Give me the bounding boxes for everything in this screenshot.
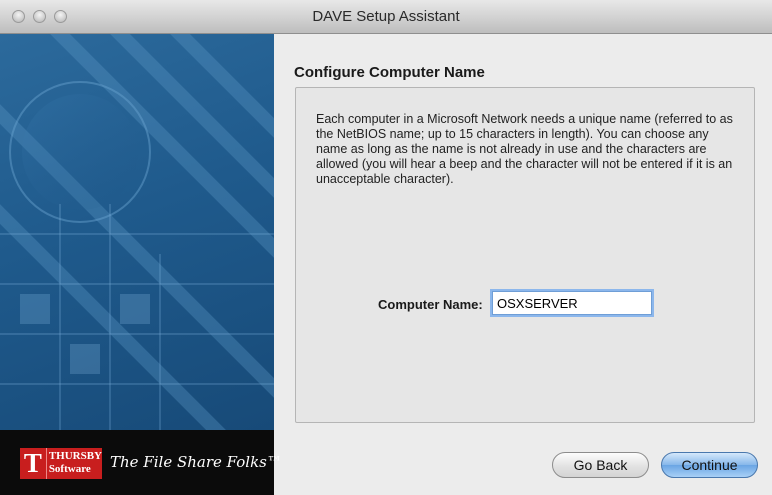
decorative-network-artwork bbox=[0, 34, 274, 430]
thursby-logo: T THURSBY Software bbox=[20, 448, 102, 479]
setup-assistant-window: DAVE Setup Assistant T THURSBY Software … bbox=[0, 0, 772, 495]
window-title: DAVE Setup Assistant bbox=[312, 8, 460, 25]
logo-line-1: THURSBY bbox=[48, 450, 102, 462]
logo-wordmark: THURSBY Software bbox=[45, 448, 102, 479]
go-back-button[interactable]: Go Back bbox=[552, 452, 649, 478]
brand-footer: T THURSBY Software The File Share Folks™ bbox=[0, 430, 282, 495]
computer-name-input[interactable] bbox=[490, 289, 654, 317]
title-bar[interactable]: DAVE Setup Assistant bbox=[0, 0, 772, 34]
logo-letter: T bbox=[20, 448, 46, 479]
continue-button[interactable]: Continue bbox=[661, 452, 758, 478]
settings-group-box: Each computer in a Microsoft Network nee… bbox=[295, 87, 755, 423]
computer-name-label: Computer Name: bbox=[378, 297, 483, 312]
page-title: Configure Computer Name bbox=[294, 64, 485, 81]
logo-line-2: Software bbox=[48, 463, 91, 475]
brand-tagline: The File Share Folks™ bbox=[110, 453, 282, 471]
decorative-side-panel bbox=[0, 34, 274, 430]
instructions-text: Each computer in a Microsoft Network nee… bbox=[316, 112, 733, 186]
